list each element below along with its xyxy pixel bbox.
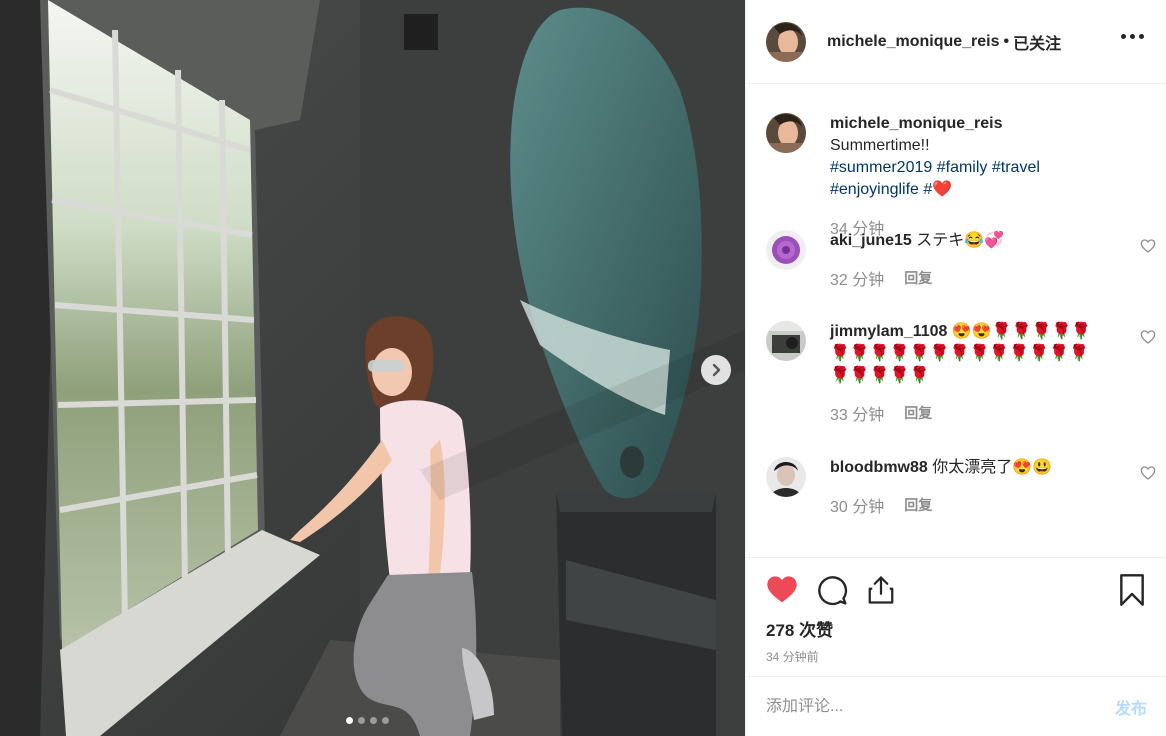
comment-time[interactable]: 32 分钟 (830, 266, 884, 290)
avatar[interactable] (766, 321, 806, 361)
comment-username[interactable]: aki_june15 (830, 232, 912, 249)
post-image (0, 0, 745, 736)
comment-username[interactable]: jimmylam_1108 (830, 323, 947, 340)
follow-status-button[interactable]: 已关注 (1013, 30, 1061, 54)
action-bar (746, 557, 1166, 620)
avatar[interactable] (766, 457, 806, 497)
like-comment-heart-icon[interactable] (1140, 329, 1156, 345)
avatar[interactable] (766, 21, 806, 62)
avatar[interactable] (766, 113, 806, 153)
carousel-indicator (346, 717, 389, 724)
hashtag-link[interactable]: #summer2019 (830, 159, 932, 176)
comment-text: ステキ😂💞 (916, 232, 1005, 249)
hashtag-link[interactable]: #travel (992, 159, 1040, 176)
next-image-button[interactable] (701, 355, 731, 385)
post-comment-button[interactable]: 发布 (1115, 695, 1147, 719)
post-photo[interactable] (0, 0, 745, 736)
like-comment-heart-icon[interactable] (1140, 238, 1156, 254)
reply-button[interactable]: 回复 (904, 403, 932, 423)
caption-emoji: ❤️ (932, 181, 953, 198)
comment-item: bloodbmw88 你太漂亮了😍😃 30 分钟 回复 (766, 457, 1156, 517)
header-username[interactable]: michele_monique_reis (827, 33, 1000, 51)
liked-heart-icon[interactable] (766, 574, 798, 604)
comment-username[interactable]: bloodbmw88 (830, 459, 928, 476)
avatar[interactable] (766, 230, 806, 270)
reply-button[interactable]: 回复 (904, 495, 932, 515)
chevron-right-icon (712, 363, 721, 377)
comment-bubble-icon[interactable] (816, 574, 848, 606)
carousel-dot (382, 717, 389, 724)
caption-username[interactable]: michele_monique_reis (830, 115, 1003, 132)
comment-item: aki_june15 ステキ😂💞 32 分钟 回复 (766, 230, 1156, 290)
hashtag-link[interactable]: #enjoyinglife (830, 181, 919, 198)
comment-input[interactable] (766, 697, 1115, 716)
more-options-icon[interactable] (1121, 34, 1144, 39)
carousel-dot (370, 717, 377, 724)
hashtag-link[interactable]: # (923, 181, 932, 198)
carousel-dot (346, 717, 353, 724)
post-header: michele_monique_reis • 已关注 (746, 0, 1166, 84)
carousel-dot (358, 717, 365, 724)
bookmark-icon[interactable] (1118, 574, 1146, 606)
add-comment-bar: 发布 (746, 676, 1166, 736)
post-sidebar: michele_monique_reis • 已关注 michele_moniq… (745, 0, 1166, 736)
reply-button[interactable]: 回复 (904, 268, 932, 288)
comment-text: 你太漂亮了😍😃 (932, 459, 1053, 476)
caption: michele_monique_reis Summertime!! #summe… (766, 113, 1156, 239)
caption-text: Summertime!! (830, 137, 930, 154)
comment-time[interactable]: 33 分钟 (830, 401, 884, 425)
like-count[interactable]: 278 次赞 (766, 616, 833, 641)
separator-dot: • (1003, 32, 1010, 50)
hashtag-link[interactable]: #family (937, 159, 988, 176)
comment-time[interactable]: 30 分钟 (830, 493, 884, 517)
like-comment-heart-icon[interactable] (1140, 465, 1156, 481)
comments-list[interactable]: michele_monique_reis Summertime!! #summe… (746, 85, 1166, 557)
share-icon[interactable] (866, 574, 896, 606)
comment-item: jimmylam_1108 😍😍🌹🌹🌹🌹🌹🌹🌹🌹🌹🌹🌹🌹🌹🌹🌹🌹🌹🌹🌹🌹🌹🌹🌹 … (766, 321, 1156, 425)
post-timestamp[interactable]: 34 分钟前 (766, 648, 819, 665)
